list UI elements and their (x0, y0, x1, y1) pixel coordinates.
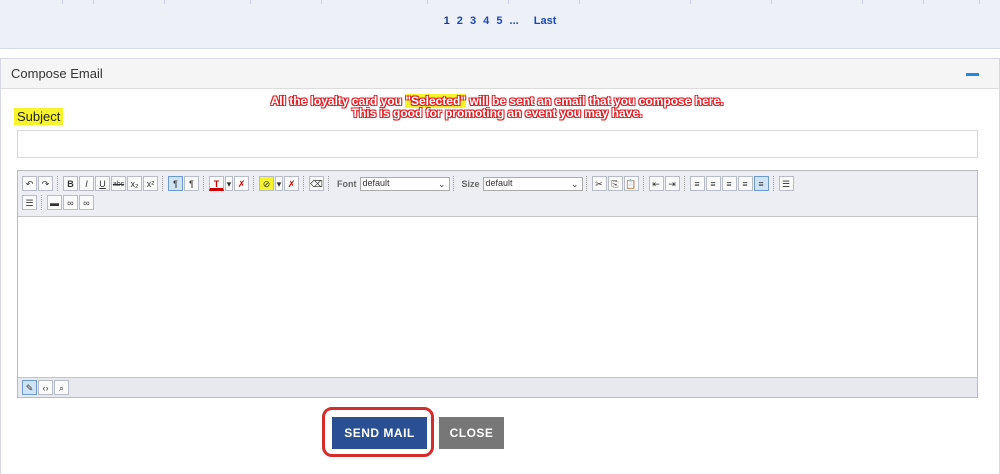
italic-button[interactable]: I (79, 176, 94, 191)
remove-format-button[interactable]: ✗ (234, 176, 249, 191)
ordered-list-icon[interactable]: ☰ (778, 176, 794, 191)
outdent-icon[interactable]: ⇤ (648, 176, 664, 191)
rtl-icon[interactable]: ¶ (184, 176, 199, 191)
design-mode-icon[interactable]: ✎ (22, 380, 37, 395)
undo-icon[interactable]: ↶ (22, 176, 37, 191)
editor-content-area[interactable] (18, 217, 977, 375)
align-right-icon[interactable]: ≡ (721, 176, 737, 191)
justify-icon[interactable]: ≡ (737, 176, 753, 191)
horizontal-rule-icon[interactable]: ▬ (47, 195, 62, 210)
page-link-1[interactable]: 1 (444, 15, 450, 27)
page-link-5[interactable]: 5 (496, 15, 502, 27)
chevron-down-icon: ⌄ (437, 178, 446, 189)
remove-link-icon[interactable]: ∞ (79, 195, 94, 210)
unordered-list-icon[interactable]: ☰ (22, 195, 37, 210)
collapse-icon[interactable] (966, 73, 979, 76)
send-mail-button[interactable]: SEND MAIL (332, 417, 427, 449)
editor-toolbar: ↶ ↷ B I U abc x₂ x² ¶ ¶ T ▾ ✗ ⊘ ▾ ✗ ⌫ Fo… (18, 171, 977, 217)
align-left-icon[interactable]: ≡ (689, 176, 705, 191)
font-select-value: default (362, 177, 390, 188)
eraser-icon[interactable]: ⌫ (309, 176, 324, 191)
redo-icon[interactable]: ↷ (38, 176, 53, 191)
highlight-dropdown-icon[interactable]: ▾ (275, 176, 283, 191)
align-justify-full-icon[interactable]: ≡ (753, 176, 769, 191)
subject-input[interactable] (17, 130, 978, 158)
font-select[interactable]: default ⌄ (359, 176, 450, 191)
size-select-value: default (485, 177, 513, 188)
ltr-icon[interactable]: ¶ (168, 176, 183, 191)
page-link-2[interactable]: 2 (457, 15, 463, 27)
insert-link-icon[interactable]: ∞ (63, 195, 78, 210)
panel-header: Compose Email (1, 59, 999, 89)
underline-button[interactable]: U (95, 176, 110, 191)
rich-text-editor: ↶ ↷ B I U abc x₂ x² ¶ ¶ T ▾ ✗ ⊘ ▾ ✗ ⌫ Fo… (17, 170, 978, 398)
instruction-annotation: All the loyalty card you "Selected" will… (217, 94, 777, 120)
subject-label: Subject (14, 108, 64, 125)
page-ellipsis[interactable]: ... (510, 15, 519, 27)
superscript-button[interactable]: x² (143, 176, 158, 191)
page-link-4[interactable]: 4 (483, 15, 489, 27)
results-table-footer: 1 2 3 4 5 ... Last (0, 0, 1000, 49)
size-select[interactable]: default ⌄ (482, 176, 583, 191)
chevron-down-icon: ⌄ (570, 178, 579, 189)
copy-icon[interactable]: ⎘ (607, 176, 623, 191)
toolbar-separator (452, 176, 459, 191)
table-columns (0, 0, 1000, 4)
editor-mode-bar: ✎ ‹› ⌕ (18, 377, 977, 397)
toolbar-separator (328, 176, 334, 191)
indent-icon[interactable]: ⇥ (664, 176, 680, 191)
remove-highlight-icon[interactable]: ✗ (284, 176, 299, 191)
strikethrough-button[interactable]: abc (111, 176, 126, 191)
pagination: 1 2 3 4 5 ... Last (0, 15, 1000, 27)
close-button[interactable]: CLOSE (439, 417, 504, 449)
text-color-button[interactable]: T (209, 176, 224, 191)
cut-icon[interactable]: ✂ (591, 176, 607, 191)
font-label: Font (337, 178, 357, 189)
text-color-dropdown-icon[interactable]: ▾ (225, 176, 233, 191)
preview-mode-icon[interactable]: ⌕ (54, 380, 69, 395)
highlight-color-icon[interactable]: ⊘ (259, 176, 274, 191)
align-center-icon[interactable]: ≡ (705, 176, 721, 191)
size-label: Size (461, 178, 480, 189)
html-mode-icon[interactable]: ‹› (38, 380, 53, 395)
annotation-text-3: This is good for promoting an event you … (351, 106, 643, 120)
page-link-last[interactable]: Last (534, 15, 557, 27)
panel-title: Compose Email (11, 66, 103, 81)
paste-icon[interactable]: 📋 (623, 176, 639, 191)
bold-button[interactable]: B (63, 176, 78, 191)
subscript-button[interactable]: x₂ (127, 176, 142, 191)
page-link-3[interactable]: 3 (470, 15, 476, 27)
